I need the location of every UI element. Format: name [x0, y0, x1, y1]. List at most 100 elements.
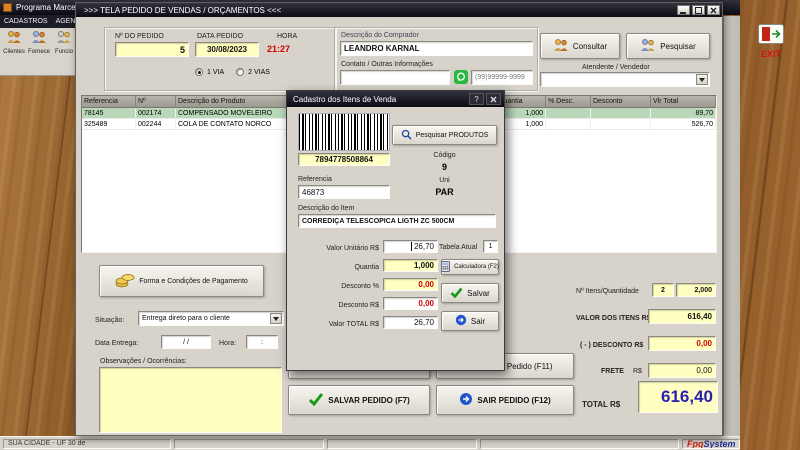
items-value-field: 616,40 — [648, 309, 716, 324]
order-window-title: >>> TELA PEDIDO DE VENDAS / ORÇAMENTOS <… — [84, 5, 282, 15]
order-window-titlebar[interactable]: >>> TELA PEDIDO DE VENDAS / ORÇAMENTOS <… — [76, 3, 722, 17]
search-products-button[interactable]: Pesquisar PRODUTOS — [392, 125, 497, 145]
unit-value: PAR — [435, 187, 454, 197]
employees-people-icon — [56, 31, 72, 48]
app-toolbar: Clientes Fornece Funcio — [0, 28, 76, 76]
item-exit-button[interactable]: Sair — [441, 311, 499, 331]
brand-system: System — [703, 438, 736, 449]
phone-field[interactable]: (99)99999-9999 — [471, 70, 533, 85]
freight-field[interactable]: 0,00 — [648, 363, 716, 378]
price-table-label: Tabela Atual — [439, 244, 478, 251]
items-qty-label: Nº Itens/Quantidade — [576, 288, 639, 295]
item-total-field: 26,70 — [383, 316, 438, 329]
col-vlr-total[interactable]: Vlr Total — [651, 96, 716, 107]
delivery-hour-label: Hora: — [219, 340, 237, 347]
pesquisar-label: Pesquisar — [660, 41, 696, 51]
quantity-field[interactable]: 1,000 — [383, 259, 438, 272]
maximize-icon[interactable] — [692, 5, 705, 15]
situation-label: Situação: — [95, 317, 125, 324]
situation-chevron-down-icon[interactable] — [270, 313, 282, 324]
reference-field[interactable]: 46873 — [298, 185, 390, 199]
cell-ref-1: 78145 — [82, 108, 136, 118]
close-icon[interactable] — [707, 5, 720, 15]
toolbar-clientes-button[interactable]: Clientes — [2, 30, 26, 75]
exit-order-label: SAIR PEDIDO (F12) — [477, 395, 551, 405]
exit-label: EXIT — [760, 49, 781, 59]
discount-field: 0,00 — [648, 336, 716, 351]
notes-textarea[interactable] — [99, 367, 282, 433]
unit-value-field[interactable]: 26,70 — [383, 240, 438, 253]
brand-fpq: Fpq — [687, 438, 704, 449]
situation-value: Entrega direto para o cliente — [142, 315, 230, 322]
item-exit-arrow-icon — [455, 314, 467, 328]
calculator-button[interactable]: Calculadora (F2) — [441, 259, 499, 275]
calculator-label: Calculadora (F2) — [454, 264, 499, 270]
attendant-label: Atendente / Vendedor — [582, 64, 650, 71]
delivery-date-field[interactable]: / / — [161, 335, 211, 349]
statusbar-location: SUA CIDADE - UF 30 de — [3, 438, 171, 449]
item-save-button[interactable]: Salvar — [441, 283, 499, 303]
order-no-label: Nº DO PEDIDO — [115, 33, 164, 40]
col-referencia[interactable]: Referencia — [82, 96, 136, 107]
statusbar-brand: Fpq System — [682, 438, 740, 449]
menu-agenda[interactable]: AGENDA — [56, 18, 76, 25]
consultar-button[interactable]: Consultar — [540, 33, 620, 59]
situation-dropdown[interactable]: Entrega direto para o cliente — [138, 311, 284, 326]
exit-button[interactable]: EXIT — [748, 24, 794, 60]
attendant-dropdown[interactable] — [540, 72, 710, 87]
whatsapp-icon[interactable] — [454, 70, 468, 89]
code-value: 9 — [441, 162, 447, 172]
pesquisar-button[interactable]: Pesquisar — [626, 33, 710, 59]
attendant-chevron-down-icon[interactable] — [696, 74, 708, 85]
cell-total-1: 89,70 — [651, 108, 716, 118]
buyer-field[interactable]: LEANDRO KARNAL — [340, 41, 533, 56]
order-date-label: DATA PEDIDO — [197, 33, 244, 40]
toolbar-funcionarios-button[interactable]: Funcio — [52, 30, 76, 75]
barcode-image — [298, 113, 390, 151]
menu-cadastros[interactable]: CADASTROS — [4, 18, 48, 25]
search-products-label: Pesquisar PRODUTOS — [415, 131, 489, 139]
text-caret — [410, 242, 412, 251]
order-date-field[interactable]: 30/08/2023 — [195, 42, 259, 57]
save-order-button[interactable]: SALVAR PEDIDO (F7) — [288, 385, 430, 415]
order-no-field[interactable]: 5 — [115, 42, 189, 57]
save-order-label: SALVAR PEDIDO (F7) — [328, 395, 410, 405]
statusbar-cell-4 — [480, 438, 679, 449]
item-total-label: Valor TOTAL R$ — [328, 321, 379, 328]
pesquisar-people-icon — [640, 38, 656, 54]
toolbar-fornecedores-button[interactable]: Fornece — [27, 30, 51, 75]
toolbar-fornecedores-label: Fornece — [27, 49, 50, 55]
item-desc-field[interactable]: CORREDIÇA TELESCOPICA LIGTH ZC 500CM — [298, 214, 496, 228]
discount-pct-field[interactable]: 0,00 — [383, 278, 438, 291]
dialog-close-icon[interactable] — [486, 93, 501, 105]
contact-field[interactable] — [340, 70, 450, 85]
price-table-field[interactable]: 1 — [483, 240, 498, 253]
exit-order-button[interactable]: SAIR PEDIDO (F12) — [436, 385, 574, 415]
window-right-scroll-strip[interactable] — [723, 16, 740, 436]
help-icon[interactable]: ? — [469, 93, 484, 105]
freight-currency-label: R$ — [633, 368, 642, 375]
payment-terms-button[interactable]: Forma e Condições de Pagamento — [99, 265, 264, 297]
radio-1-via[interactable] — [195, 68, 203, 76]
cell-num-1: 002174 — [136, 108, 176, 118]
delivery-hour-field[interactable]: : — [246, 335, 278, 349]
cell-num-2: 002244 — [136, 119, 176, 129]
buyer-label: Descrição do Comprador — [341, 32, 419, 39]
total-label: TOTAL R$ — [582, 400, 621, 409]
col-numero[interactable]: Nº — [136, 96, 176, 107]
total-field: 616,40 — [638, 381, 718, 413]
item-dialog-titlebar[interactable]: Cadastro dos Itens de Venda ? — [287, 91, 504, 107]
unit-value-label: Valor Unitário R$ — [326, 245, 379, 252]
search-icon — [401, 129, 412, 142]
order-time-value: 21:27 — [267, 44, 291, 54]
exit-arrow-icon — [459, 392, 473, 408]
col-perc-desc[interactable]: % Desc. — [546, 96, 591, 107]
app-statusbar: SUA CIDADE - UF 30 de Fpq System — [0, 436, 740, 450]
quantity-label: Quantia — [354, 264, 379, 271]
col-desconto[interactable]: Desconto — [591, 96, 651, 107]
discount-label: ( - ) DESCONTO R$ — [580, 342, 644, 349]
radio-2-vias[interactable] — [236, 68, 245, 76]
cell-pdesc-2 — [546, 119, 591, 129]
minimize-icon[interactable] — [677, 5, 690, 15]
discount-rs-field[interactable]: 0,00 — [383, 297, 438, 310]
